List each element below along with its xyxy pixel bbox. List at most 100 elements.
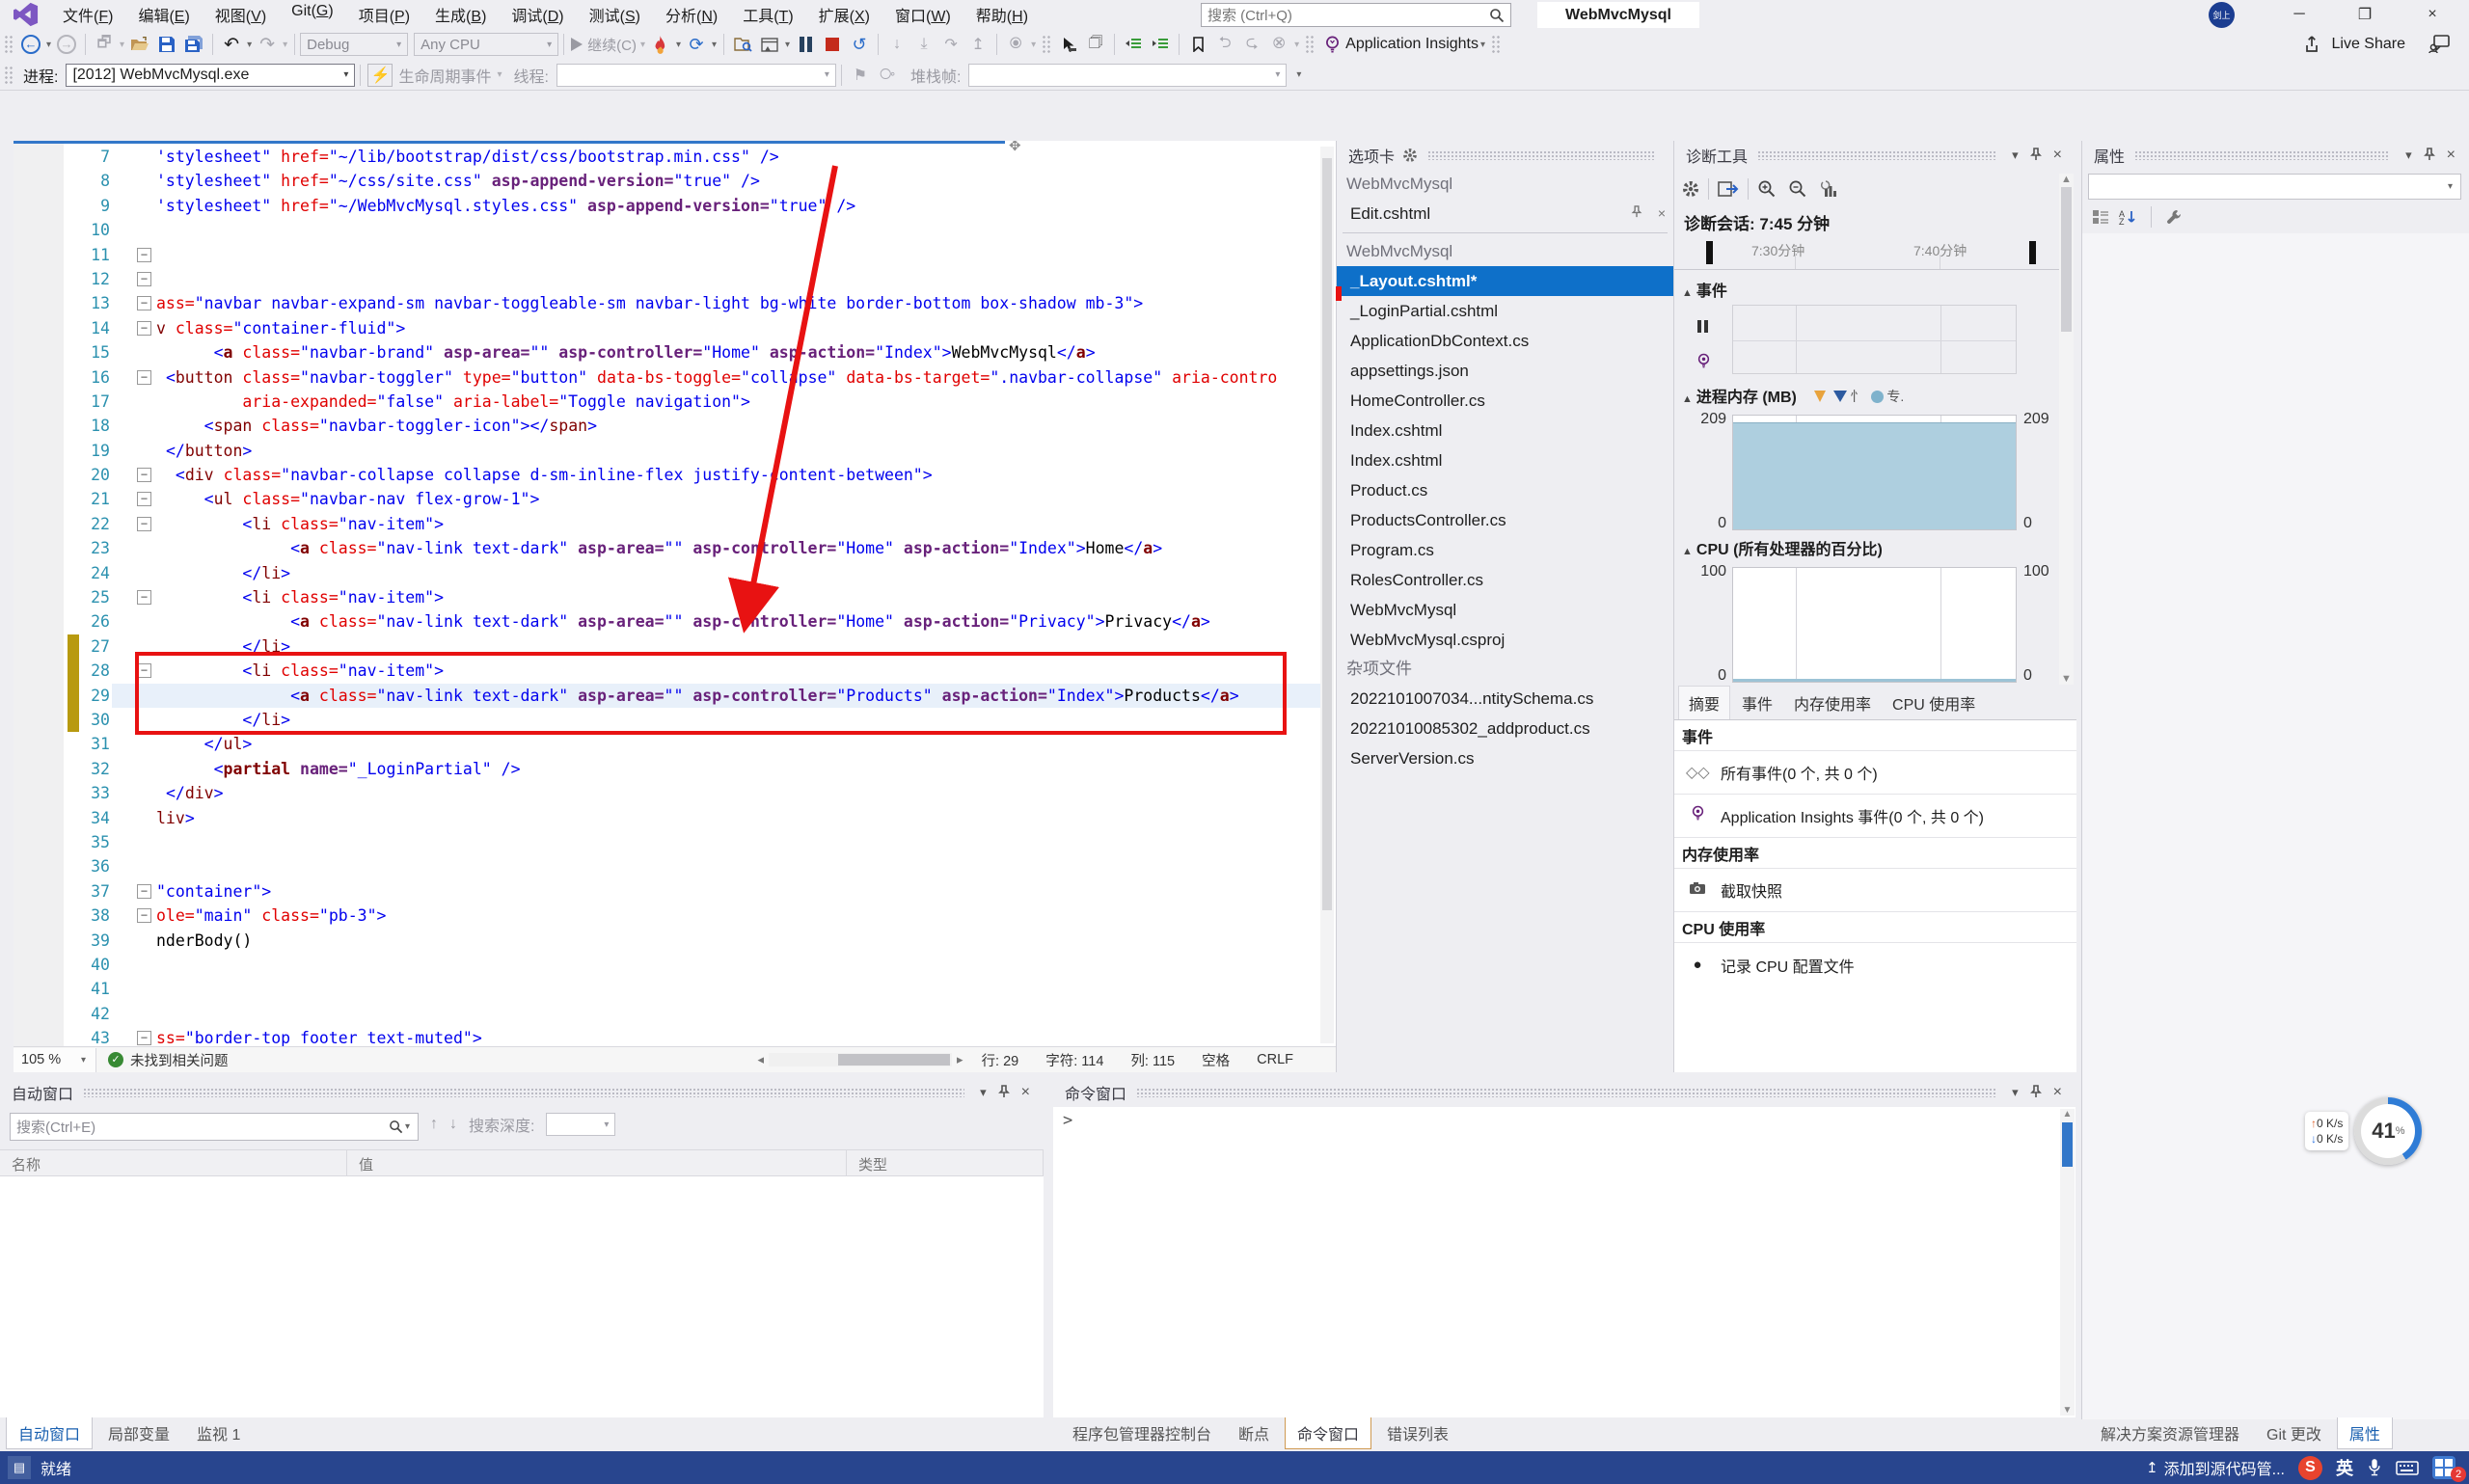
- file-tab[interactable]: Index.cshtml: [1337, 416, 1673, 445]
- hot-reload-icon[interactable]: [649, 33, 672, 56]
- bookmark-icon[interactable]: [1186, 33, 1209, 56]
- fold-marker-icon[interactable]: −: [137, 492, 151, 506]
- code-line[interactable]: 17 aria-expanded="false" aria-label="Tog…: [14, 390, 1333, 414]
- close-icon[interactable]: ×: [1650, 199, 1673, 229]
- code-line[interactable]: 9'stylesheet" href="~/WebMvcMysql.styles…: [14, 194, 1333, 218]
- next-bookmark-icon[interactable]: ⮎: [1240, 33, 1263, 56]
- window-position-icon[interactable]: ▾: [2006, 1085, 2024, 1100]
- code-line[interactable]: 42: [14, 1002, 1333, 1026]
- code-line[interactable]: 19 </button>: [14, 439, 1333, 463]
- code-line[interactable]: 12−: [14, 267, 1333, 291]
- document-outline-icon[interactable]: 🗇: [1084, 33, 1107, 56]
- code-line[interactable]: 28− <li class="nav-item">: [14, 659, 1333, 683]
- code-line[interactable]: 13−ass="navbar navbar-expand-sm navbar-t…: [14, 291, 1333, 315]
- memory-section-label[interactable]: 进程内存 (MB): [1696, 390, 1797, 406]
- fold-marker-icon[interactable]: −: [137, 908, 151, 923]
- pin-icon[interactable]: [2024, 148, 2048, 164]
- code-line[interactable]: 34liv>: [14, 806, 1333, 830]
- step-into-button[interactable]: ⤓: [912, 33, 936, 56]
- find-in-files-icon[interactable]: [731, 33, 754, 56]
- code-line[interactable]: 37−"container">: [14, 879, 1333, 904]
- scroll-right-icon[interactable]: ▸: [952, 1052, 968, 1067]
- fold-marker-icon[interactable]: −: [137, 590, 151, 605]
- account-avatar[interactable]: 剑上: [2209, 2, 2235, 28]
- close-button[interactable]: ×: [2410, 0, 2455, 28]
- editor-vertical-scrollbar[interactable]: [1320, 147, 1334, 1043]
- restart-debugging-button[interactable]: ↺: [848, 33, 871, 56]
- new-project-button[interactable]: 🗗: [93, 33, 116, 56]
- window-position-icon[interactable]: ▾: [974, 1085, 992, 1100]
- file-tab[interactable]: WebMvcMysql.csproj: [1337, 625, 1673, 655]
- file-tab[interactable]: Edit.cshtml×: [1337, 199, 1673, 229]
- memory-chart[interactable]: 209 0 209 0: [1674, 411, 2060, 532]
- diag-zoom-out-icon[interactable]: [1788, 179, 1807, 199]
- continue-button[interactable]: 继续(C): [571, 33, 637, 56]
- take-snapshot-item[interactable]: 截取快照: [1674, 869, 2076, 912]
- diagnostics-tab-CPU 使用率[interactable]: CPU 使用率: [1883, 687, 1985, 719]
- file-tab[interactable]: WebMvcMysql: [1337, 595, 1673, 625]
- file-tab[interactable]: _Layout.cshtml*: [1337, 266, 1673, 296]
- search-down-icon[interactable]: ↓: [449, 1116, 457, 1133]
- code-line[interactable]: 14−v class="container-fluid">: [14, 316, 1333, 340]
- save-button[interactable]: [155, 33, 178, 56]
- cpu-chart[interactable]: 100 0 100 0: [1674, 563, 2060, 685]
- solution-platform-select[interactable]: Any CPU▾: [414, 33, 558, 56]
- menu-item-F[interactable]: 文件(F): [50, 1, 125, 28]
- pin-icon[interactable]: [992, 1085, 1016, 1101]
- code-line[interactable]: 29 <a class="nav-link text-dark" asp-are…: [14, 684, 1333, 708]
- code-line[interactable]: 38−ole="main" class="pb-3">: [14, 904, 1333, 928]
- menu-item-W[interactable]: 窗口(W): [882, 1, 963, 28]
- fold-marker-icon[interactable]: −: [137, 468, 151, 482]
- fold-marker-icon[interactable]: −: [137, 370, 151, 385]
- code-line[interactable]: 15 <a class="navbar-brand" asp-area="" a…: [14, 340, 1333, 364]
- select-pointer-icon[interactable]: [1057, 33, 1080, 56]
- microphone-icon[interactable]: [2367, 1458, 2382, 1477]
- close-icon[interactable]: ×: [1016, 1084, 1036, 1101]
- code-line[interactable]: 16− <button class="navbar-toggler" type=…: [14, 365, 1333, 390]
- code-line[interactable]: 18 <span class="navbar-toggler-icon"></s…: [14, 414, 1333, 438]
- toolbar-grip[interactable]: [1305, 35, 1315, 54]
- breakpoints-window-icon[interactable]: 🞊: [1004, 33, 1027, 56]
- autos-tab-自动窗口[interactable]: 自动窗口: [6, 1417, 93, 1449]
- file-tab[interactable]: ApplicationDbContext.cs: [1337, 326, 1673, 356]
- cpu-section-label[interactable]: CPU (所有处理器的百分比): [1696, 542, 1883, 558]
- feedback-icon[interactable]: [2428, 35, 2450, 54]
- autos-tab-监视 1[interactable]: 监视 1: [185, 1417, 252, 1448]
- properties-grid[interactable]: [2082, 233, 2469, 1419]
- thread-select[interactable]: ▾: [556, 64, 836, 87]
- open-file-button[interactable]: [128, 33, 151, 56]
- code-line[interactable]: 11−: [14, 243, 1333, 267]
- column-header-名称[interactable]: 名称: [0, 1150, 347, 1175]
- break-all-button[interactable]: [794, 33, 817, 56]
- eol-indicator[interactable]: CRLF: [1243, 1052, 1307, 1067]
- command-scrollbar[interactable]: ▲ ▼: [2060, 1109, 2075, 1416]
- ime-mode-indicator[interactable]: 英: [2336, 1455, 2353, 1480]
- navigate-forward-button[interactable]: →: [55, 33, 78, 56]
- appinsights-events-item[interactable]: Application Insights 事件(0 个, 共 0 个): [1674, 795, 2076, 838]
- code-line[interactable]: 24 </li>: [14, 561, 1333, 585]
- close-icon[interactable]: ×: [2048, 1084, 2068, 1101]
- code-line[interactable]: 31 </ul>: [14, 732, 1333, 756]
- file-tab[interactable]: Index.cshtml: [1337, 445, 1673, 475]
- code-line[interactable]: 41: [14, 977, 1333, 1001]
- properties-object-select[interactable]: ▾: [2088, 174, 2461, 200]
- menu-item-S[interactable]: 测试(S): [577, 1, 653, 28]
- redo-button[interactable]: ↷: [256, 33, 279, 56]
- file-tab[interactable]: _LoginPartial.cshtml: [1337, 296, 1673, 326]
- fold-marker-icon[interactable]: −: [137, 296, 151, 310]
- code-line[interactable]: 27 </li>: [14, 634, 1333, 659]
- fold-marker-icon[interactable]: −: [137, 884, 151, 899]
- navigate-back-button[interactable]: ←: [19, 33, 42, 56]
- show-next-statement-button[interactable]: ↓: [885, 33, 909, 56]
- menu-item-N[interactable]: 分析(N): [653, 1, 730, 28]
- scroll-left-icon[interactable]: ◂: [753, 1052, 770, 1067]
- stackframe-select[interactable]: ▾: [968, 64, 1287, 87]
- code-line[interactable]: 33 </div>: [14, 781, 1333, 805]
- solution-configuration-select[interactable]: Debug▾: [300, 33, 408, 56]
- autos-search-input[interactable]: 搜索(Ctrl+E) ▾: [10, 1113, 419, 1141]
- fold-marker-icon[interactable]: −: [137, 248, 151, 262]
- menu-item-V[interactable]: 视图(V): [203, 1, 279, 28]
- command-tab-程序包管理器控制台[interactable]: 程序包管理器控制台: [1061, 1417, 1223, 1448]
- clear-bookmarks-icon[interactable]: ⮿: [1267, 33, 1290, 56]
- code-line[interactable]: 25− <li class="nav-item">: [14, 585, 1333, 609]
